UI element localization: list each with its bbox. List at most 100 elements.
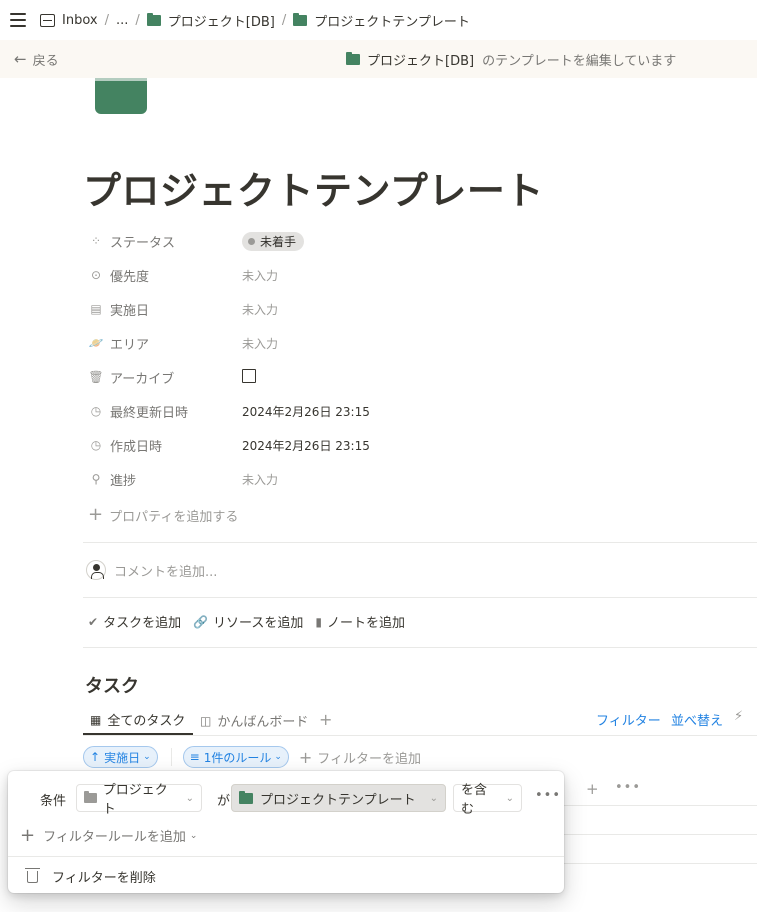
tab-all-tasks-label: 全てのタスク (107, 714, 186, 729)
add-filter-button[interactable]: + フィルターを追加 (299, 748, 421, 767)
sort-chip-label: 実施日 (104, 750, 141, 765)
divider (83, 647, 757, 648)
property-name: 優先度 (110, 269, 150, 285)
add-column-icon[interactable]: + (586, 780, 599, 798)
property-name: 最終更新日時 (110, 405, 189, 421)
edit-message: プロジェクト[DB] のテンプレートを編集しています (346, 50, 676, 69)
rule-more-icon[interactable]: ••• (535, 788, 561, 803)
archive-checkbox[interactable] (242, 368, 256, 383)
add-view-icon[interactable]: + (319, 710, 332, 729)
property-value[interactable]: 未入力 (242, 335, 278, 352)
calendar-icon: ▤ (90, 302, 102, 316)
inbox-icon (40, 13, 55, 27)
folder-icon (84, 791, 97, 803)
property-archive[interactable]: 🗑 アーカイブ (86, 360, 746, 394)
filter-popup: 条件 プロジェクト ⌄ が プロジェクトテンプレート ⌄ を含む ⌄ ••• +… (8, 771, 564, 893)
property-date[interactable]: ▤ 実施日 未入力 (86, 292, 746, 326)
back-button[interactable]: ← 戻る (14, 50, 59, 69)
operator-select[interactable]: を含む ⌄ (453, 783, 522, 817)
add-resource-label: リソースを追加 (213, 616, 304, 631)
add-rule-label: フィルタールールを追加 (43, 830, 186, 845)
edit-message-db: プロジェクト[DB] (367, 53, 475, 69)
add-task-button[interactable]: ✔ タスクを追加 (88, 612, 181, 632)
chevron-down-icon: ⌄ (189, 830, 198, 841)
breadcrumb-separator: / (135, 12, 140, 28)
arrow-up-icon: ↑ (90, 750, 101, 764)
rule-chip[interactable]: ≡ 1件のルール ⌄ (182, 746, 289, 768)
add-filter-rule-button[interactable]: + フィルタールールを追加 ⌄ (20, 825, 197, 846)
automation-icon[interactable]: ⚡ (734, 709, 743, 724)
add-property-label: プロパティを追加する (109, 509, 239, 525)
rule-chip-label: 1件のルール (203, 750, 272, 765)
page-title[interactable]: プロジェクトテンプレート (83, 160, 544, 215)
tab-all-tasks[interactable]: ▦ 全てのタスク (83, 706, 193, 735)
sort-chip[interactable]: ↑ 実施日 ⌄ (83, 746, 158, 768)
menu-icon[interactable] (10, 13, 26, 27)
property-progress[interactable]: ⚲ 進捗 未入力 (86, 462, 746, 496)
breadcrumb: Inbox / ... / プロジェクト[DB] / プロジェクトテンプレート (40, 11, 470, 30)
property-value[interactable]: 未入力 (242, 471, 278, 488)
board-icon: ◫ (200, 713, 212, 728)
chevron-down-icon: ⌄ (274, 752, 282, 762)
property-select[interactable]: プロジェクト ⌄ (76, 783, 202, 817)
comment-input[interactable]: コメントを追加... (86, 560, 217, 580)
value-select[interactable]: プロジェクトテンプレート ⌄ (231, 784, 446, 812)
property-area[interactable]: 🪐 エリア 未入力 (86, 326, 746, 360)
property-select-value: プロジェクト (102, 783, 168, 817)
breadcrumb-page[interactable]: プロジェクトテンプレート (293, 11, 470, 30)
plus-icon: + (20, 825, 36, 846)
table-row-line (560, 805, 757, 806)
chevron-down-icon: ⌄ (185, 792, 194, 804)
add-filter-label: フィルターを追加 (317, 751, 422, 767)
sort-button[interactable]: 並べ替え (671, 710, 723, 729)
chevron-down-icon: ⌄ (505, 792, 514, 804)
property-value[interactable]: 未入力 (242, 267, 278, 284)
delete-filter-button[interactable]: フィルターを削除 (24, 867, 156, 886)
property-last-edited[interactable]: ◷ 最終更新日時 2024年2月26日 23:15 (86, 394, 746, 428)
delete-filter-label: フィルターを削除 (52, 871, 156, 886)
arrow-left-icon: ← (14, 50, 27, 68)
folder-icon (239, 790, 253, 804)
add-property-button[interactable]: + プロパティを追加する (86, 498, 746, 532)
tab-kanban[interactable]: ◫ かんばんボード (200, 706, 308, 735)
breadcrumb-page-label: プロジェクトテンプレート (314, 14, 470, 30)
add-note-button[interactable]: ▮ ノートを追加 (315, 612, 405, 632)
comment-placeholder: コメントを追加... (114, 564, 218, 580)
planet-icon: 🪐 (88, 336, 104, 350)
check-circle-icon: ✔ (88, 614, 99, 629)
divider (83, 597, 757, 598)
breadcrumb-ellipsis[interactable]: ... (116, 13, 128, 28)
more-icon[interactable]: ••• (615, 780, 641, 795)
add-resource-button[interactable]: 🔗 リソースを追加 (193, 612, 304, 632)
divider (83, 542, 757, 543)
note-icon: ▮ (315, 614, 322, 629)
operator-select-value: を含む (461, 783, 488, 817)
tabs-divider (83, 735, 757, 736)
table-row-line (560, 863, 757, 864)
property-value: 2024年2月26日 23:15 (242, 404, 370, 419)
property-name: 進捗 (110, 473, 137, 489)
page-folder-icon[interactable] (95, 78, 147, 114)
top-bar: Inbox / ... / プロジェクト[DB] / プロジェクトテンプレート (0, 0, 757, 40)
view-tabs: ▦ 全てのタスク ◫ かんばんボード + フィルター 並べ替え ⚡ (83, 706, 757, 736)
property-name: アーカイブ (110, 371, 175, 387)
breadcrumb-separator: / (281, 12, 287, 28)
property-status[interactable]: ⁘ ステータス 未着手 (86, 224, 746, 258)
folder-icon (293, 12, 308, 26)
archive-icon: 🗑 (88, 370, 104, 384)
priority-icon: ⊙ (90, 268, 102, 282)
property-name: 作成日時 (110, 439, 163, 455)
property-name: 実施日 (110, 303, 150, 319)
breadcrumb-db[interactable]: プロジェクト[DB] (146, 11, 275, 30)
plus-icon: + (298, 747, 313, 767)
back-label: 戻る (32, 53, 59, 69)
status-badge[interactable]: 未着手 (242, 231, 305, 251)
filter-button[interactable]: フィルター (596, 710, 661, 729)
folder-icon (346, 51, 360, 65)
tasks-heading: タスク (85, 676, 139, 697)
breadcrumb-separator: / (104, 12, 109, 28)
property-value[interactable]: 未入力 (242, 301, 278, 318)
breadcrumb-inbox[interactable]: Inbox (40, 13, 98, 28)
property-created[interactable]: ◷ 作成日時 2024年2月26日 23:15 (86, 428, 746, 462)
property-priority[interactable]: ⊙ 優先度 未入力 (86, 258, 746, 292)
